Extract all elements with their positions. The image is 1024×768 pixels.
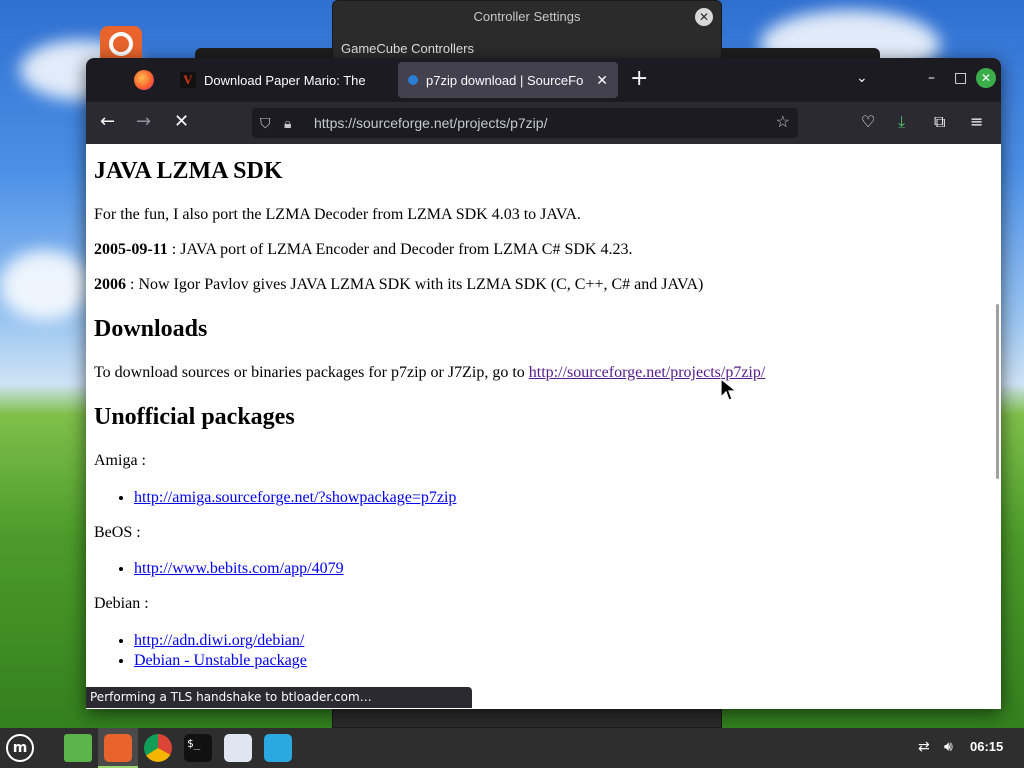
- minimize-icon[interactable]: –: [928, 70, 935, 86]
- tab-paper-mario[interactable]: V Download Paper Mario: The: [170, 62, 392, 98]
- chrome-icon[interactable]: [144, 734, 172, 762]
- pocket-icon[interactable]: ♡: [861, 113, 875, 131]
- cloud: [0, 250, 90, 320]
- debian-list: http://adn.diwi.org/debian/ Debian - Uns…: [134, 632, 307, 672]
- forward-button[interactable]: →: [136, 112, 151, 132]
- close-window-icon[interactable]: ✕: [976, 68, 996, 88]
- amiga-list: http://amiga.sourceforge.net/?showpackag…: [134, 489, 456, 509]
- tab-label: p7zip download | SourceFo: [426, 72, 584, 88]
- back-button[interactable]: ←: [100, 112, 115, 132]
- list-item: http://www.bebits.com/app/4079: [134, 560, 344, 578]
- page-content: JAVA LZMA SDK For the fun, I also port t…: [86, 144, 1001, 709]
- app-grid-icon[interactable]: [224, 734, 252, 762]
- paragraph-2006: 2006 : Now Igor Pavlov gives JAVA LZMA S…: [94, 276, 703, 294]
- firefox-view-icon[interactable]: [134, 70, 154, 90]
- extensions-icon[interactable]: ⧉: [934, 113, 945, 131]
- firefox-window: V Download Paper Mario: The p7zip downlo…: [86, 58, 1001, 709]
- close-tab-icon[interactable]: ✕: [596, 72, 608, 89]
- tab-bar: V Download Paper Mario: The p7zip downlo…: [86, 58, 1001, 102]
- scrollbar[interactable]: [996, 304, 999, 479]
- paragraph-2005: 2005-09-11 : JAVA port of LZMA Encoder a…: [94, 241, 632, 259]
- paragraph-text: To download sources or binaries packages…: [94, 364, 529, 381]
- bookmark-star-icon[interactable]: ☆: [776, 108, 790, 138]
- tab-label: Download Paper Mario: The: [204, 72, 366, 88]
- list-all-tabs-icon[interactable]: ⌄: [856, 70, 868, 86]
- beos-list: http://www.bebits.com/app/4079: [134, 560, 344, 580]
- files-icon[interactable]: [64, 734, 92, 762]
- shield-icon[interactable]: ⛉: [260, 108, 271, 138]
- clock[interactable]: 06:15: [970, 739, 1003, 754]
- heading-unofficial-packages: Unofficial packages: [94, 404, 295, 430]
- taskbar: m $_ ⇄ 🔊︎ 06:15: [0, 728, 1024, 768]
- paragraph-fun: For the fun, I also port the LZMA Decode…: [94, 206, 581, 223]
- amiga-label: Amiga :: [94, 452, 146, 469]
- window-title: Controller Settings: [473, 9, 581, 24]
- firefox-taskbar-icon[interactable]: [104, 734, 132, 762]
- debian-label: Debian :: [94, 595, 149, 612]
- vimm-favicon-icon: V: [180, 72, 196, 88]
- date-label: 2006: [94, 276, 126, 293]
- debian-link[interactable]: http://adn.diwi.org/debian/: [134, 632, 304, 649]
- amiga-link[interactable]: http://amiga.sourceforge.net/?showpackag…: [134, 489, 456, 506]
- status-panel: Performing a TLS handshake to btloader.c…: [86, 687, 472, 708]
- volume-icon[interactable]: 🔊︎: [944, 739, 953, 755]
- list-item: Debian - Unstable package: [134, 652, 307, 670]
- date-label: 2005-09-11: [94, 241, 168, 258]
- heading-downloads: Downloads: [94, 316, 208, 342]
- beos-link[interactable]: http://www.bebits.com/app/4079: [134, 560, 344, 577]
- paragraph-download: To download sources or binaries packages…: [94, 364, 765, 382]
- url-text[interactable]: https://sourceforge.net/projects/p7zip/: [314, 108, 547, 138]
- paragraph-text: : JAVA port of LZMA Encoder and Decoder …: [167, 241, 633, 258]
- paragraph-text: : Now Igor Pavlov gives JAVA LZMA SDK wi…: [126, 276, 704, 293]
- list-item: http://adn.diwi.org/debian/: [134, 632, 307, 650]
- menu-icon[interactable]: ≡: [970, 113, 983, 131]
- terminal-icon[interactable]: $_: [184, 734, 212, 762]
- dolphin-icon[interactable]: [264, 734, 292, 762]
- debian-unstable-link[interactable]: Debian - Unstable package: [134, 652, 307, 669]
- heading-java-lzma-sdk: JAVA LZMA SDK: [94, 158, 283, 184]
- loading-favicon-icon: [408, 75, 418, 85]
- stop-button[interactable]: ✕: [174, 112, 189, 132]
- download-icon[interactable]: ⤓: [898, 113, 905, 131]
- lock-icon[interactable]: 🔒︎: [284, 108, 291, 138]
- url-bar[interactable]: ⛉ 🔒︎ https://sourceforge.net/projects/p7…: [252, 108, 798, 138]
- close-icon[interactable]: ✕: [695, 8, 713, 26]
- beos-label: BeOS :: [94, 524, 141, 541]
- navigation-toolbar: ← → ✕ ⛉ 🔒︎ https://sourceforge.net/proje…: [86, 102, 1001, 144]
- maximize-icon[interactable]: □: [954, 70, 967, 86]
- network-icon[interactable]: ⇄: [918, 739, 930, 755]
- mint-menu-icon[interactable]: m: [6, 734, 34, 762]
- new-tab-button[interactable]: +: [630, 68, 648, 90]
- tab-p7zip[interactable]: p7zip download | SourceFo ✕: [398, 62, 618, 98]
- list-item: http://amiga.sourceforge.net/?showpackag…: [134, 489, 456, 507]
- section-label: GameCube Controllers: [341, 41, 474, 56]
